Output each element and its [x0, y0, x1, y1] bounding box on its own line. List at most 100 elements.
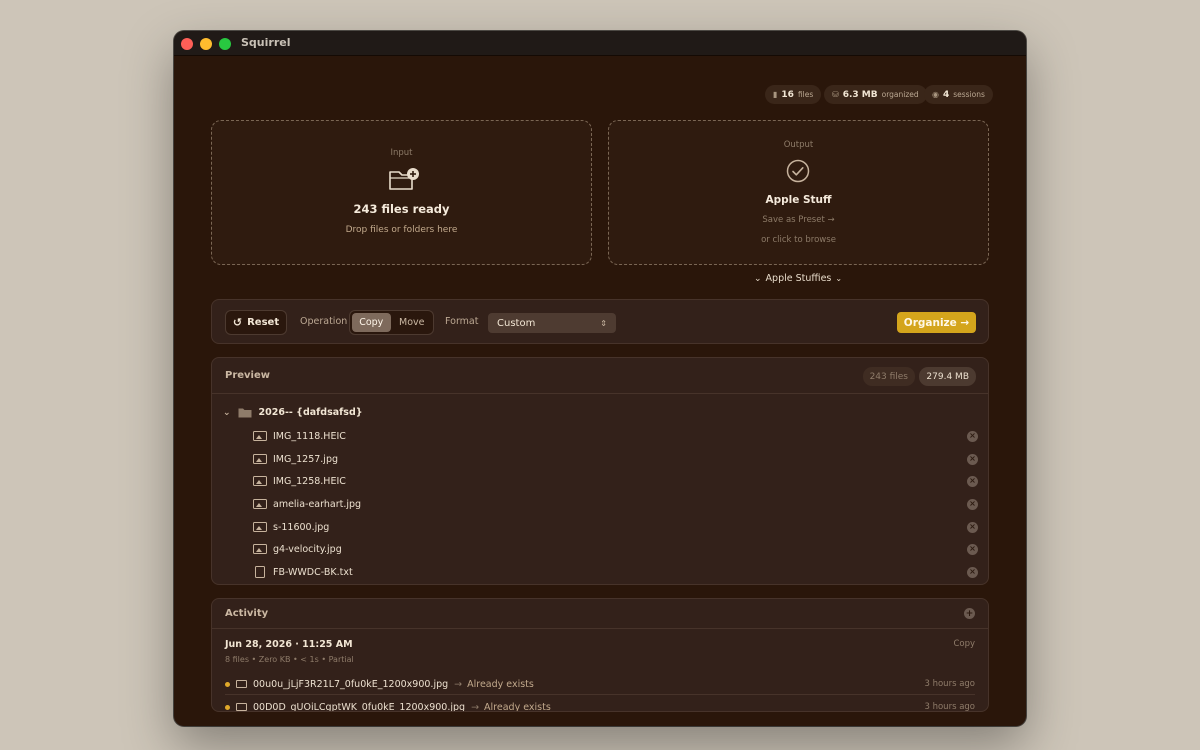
remove-file-icon[interactable]: ×: [967, 453, 978, 465]
file-name: amelia-earhart.jpg: [273, 498, 362, 510]
row-divider: [225, 694, 975, 695]
arrow-right-icon: →: [454, 678, 463, 690]
remove-file-icon[interactable]: ×: [967, 566, 978, 578]
document-icon: ▮: [773, 90, 778, 99]
activity-title: Activity: [225, 608, 269, 619]
folder-icon: [238, 408, 252, 418]
file-row: IMG_1118.HEIC ×: [253, 427, 978, 445]
preview-header: Preview 243 files 279.4 MB: [212, 358, 988, 394]
chevron-down-icon[interactable]: ⌄: [223, 408, 231, 418]
save-preset-link[interactable]: Save as Preset →: [609, 215, 988, 225]
preview-file-count: 243 files: [862, 367, 915, 386]
browse-hint[interactable]: or click to browse: [609, 235, 988, 245]
remove-file-icon[interactable]: ×: [967, 543, 978, 555]
file-name: IMG_1257.jpg: [273, 453, 339, 465]
activity-header: Activity +: [212, 599, 988, 629]
window-title: Squirrel: [241, 36, 291, 49]
app-window: Squirrel ▮ 16 files ⛁ 6.3 MB organized ◉…: [174, 31, 1026, 726]
format-select-value: Custom: [497, 317, 536, 329]
operation-label: Operation: [300, 316, 348, 327]
stat-files: ▮ 16 files: [765, 85, 822, 104]
session-date: Jun 28, 2026 · 11:25 AM: [225, 639, 353, 650]
operation-copy-option[interactable]: Copy: [352, 313, 391, 332]
activity-status: Already exists: [467, 678, 534, 690]
status-dot: [225, 704, 230, 710]
activity-row: 00D0D_gUOiLCgptWK_0fu0kE_1200x900.jpg → …: [225, 697, 975, 712]
operation-toolbar: ↺ Reset Operation Copy Move Format Custo…: [211, 299, 989, 344]
activity-time: 3 hours ago: [924, 679, 975, 689]
file-row: IMG_1258.HEIC ×: [253, 472, 978, 490]
preview-panel: Preview 243 files 279.4 MB ⌄ 2026-- {daf…: [211, 357, 989, 585]
remove-file-icon[interactable]: ×: [967, 521, 978, 533]
file-row: IMG_1257.jpg ×: [253, 450, 978, 468]
reset-button-label: Reset: [247, 317, 280, 328]
activity-panel: Activity + Jun 28, 2026 · 11:25 AM Copy …: [211, 598, 989, 712]
arrow-right-icon: →: [471, 701, 480, 712]
title-bar: Squirrel: [174, 31, 1026, 56]
file-name: s-11600.jpg: [273, 521, 330, 533]
file-row: g4-velocity.jpg ×: [253, 540, 978, 558]
drive-icon: ⛁: [832, 90, 839, 99]
image-file-icon: [236, 703, 247, 711]
format-select[interactable]: Custom ⇕: [488, 313, 616, 333]
checkmark-circle-icon: [786, 159, 810, 183]
organize-button[interactable]: Organize →: [897, 312, 976, 333]
reset-button[interactable]: ↺ Reset: [225, 310, 287, 335]
format-label: Format: [445, 316, 479, 327]
remove-file-icon[interactable]: ×: [967, 430, 978, 442]
output-caption: Output: [783, 140, 814, 150]
image-file-icon: [253, 499, 267, 509]
close-window-button[interactable]: [181, 38, 193, 50]
stat-sessions-value: 4: [942, 89, 950, 100]
file-row: amelia-earhart.jpg ×: [253, 495, 978, 513]
input-hint: Drop files or folders here: [345, 225, 458, 235]
activity-status: Already exists: [484, 701, 551, 712]
preset-selector-label: Apple Stuffies: [765, 273, 832, 284]
folder-name: 2026-- {dafdsafsd}: [258, 407, 363, 418]
image-file-icon: [253, 544, 267, 554]
file-row: FB-WWDC-BK.txt ×: [253, 563, 978, 581]
output-folder-name: Apple Stuff: [765, 194, 832, 206]
activity-row: 00u0u_jLjF3R21L7_0fu0kE_1200x900.jpg → A…: [225, 674, 975, 694]
stat-organized: ⛁ 6.3 MB organized: [824, 85, 927, 104]
operation-segmented-control: Copy Move: [349, 310, 434, 335]
preview-size: 279.4 MB: [919, 367, 976, 386]
clock-icon: ◉: [932, 90, 939, 99]
file-name: IMG_1118.HEIC: [273, 430, 346, 442]
preview-title: Preview: [225, 370, 271, 381]
folder-add-icon: [389, 168, 419, 190]
session-meta: 8 files • Zero KB • < 1s • Partial: [225, 655, 354, 664]
input-caption: Input: [390, 148, 413, 158]
operation-move-option[interactable]: Move: [393, 313, 432, 332]
stat-organized-value: 6.3 MB: [842, 89, 878, 100]
activity-time: 3 hours ago: [924, 702, 975, 712]
text-file-icon: [255, 566, 265, 578]
zoom-window-button[interactable]: [219, 38, 231, 50]
activity-file-name: 00u0u_jLjF3R21L7_0fu0kE_1200x900.jpg: [253, 678, 449, 690]
output-drop-zone[interactable]: Output Apple Stuff Save as Preset → or c…: [608, 120, 989, 265]
chevron-down-small-icon: ⌄: [835, 274, 843, 283]
stat-organized-label: organized: [881, 90, 919, 99]
remove-file-icon[interactable]: ×: [967, 498, 978, 510]
image-file-icon: [253, 522, 267, 532]
minimize-window-button[interactable]: [200, 38, 212, 50]
file-name: FB-WWDC-BK.txt: [273, 566, 353, 578]
stat-files-value: 16: [781, 89, 794, 100]
session-operation: Copy: [953, 639, 975, 649]
remove-file-icon[interactable]: ×: [967, 475, 978, 487]
input-drop-zone[interactable]: Input 243 files ready Drop files or fold…: [211, 120, 592, 265]
reset-icon: ↺: [232, 316, 243, 329]
add-icon[interactable]: +: [964, 608, 975, 619]
image-file-icon: [253, 476, 267, 486]
stat-sessions: ◉ 4 sessions: [924, 85, 993, 104]
status-dot: [225, 681, 230, 687]
folder-row[interactable]: ⌄ 2026-- {dafdsafsd}: [223, 407, 363, 418]
image-file-icon: [236, 680, 247, 688]
preset-selector[interactable]: ⌄ Apple Stuffies ⌄: [754, 273, 842, 284]
file-row: s-11600.jpg ×: [253, 518, 978, 536]
chevron-down-icon: ⌄: [754, 273, 762, 284]
stat-sessions-label: sessions: [953, 90, 985, 99]
input-status: 243 files ready: [353, 202, 450, 216]
activity-file-name: 00D0D_gUOiLCgptWK_0fu0kE_1200x900.jpg: [253, 701, 466, 712]
updown-chevron-icon: ⇕: [600, 318, 607, 328]
